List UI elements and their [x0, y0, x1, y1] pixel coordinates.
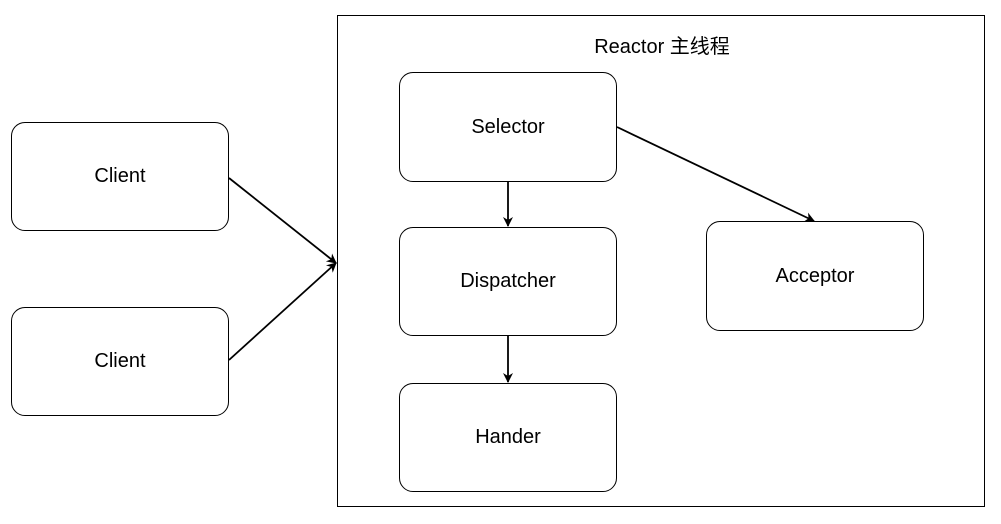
selector-node[interactable]: Selector [399, 72, 617, 182]
client-node-1[interactable]: Client [11, 122, 229, 231]
dispatcher-node[interactable]: Dispatcher [399, 227, 617, 336]
hander-node[interactable]: Hander [399, 383, 617, 492]
edge-client1-to-reactor [228, 177, 337, 264]
edge-client2-to-reactor [228, 262, 337, 361]
client-node-2[interactable]: Client [11, 307, 229, 416]
container-title: Reactor 主线程 [594, 36, 730, 58]
acceptor-node[interactable]: Acceptor [706, 221, 924, 331]
